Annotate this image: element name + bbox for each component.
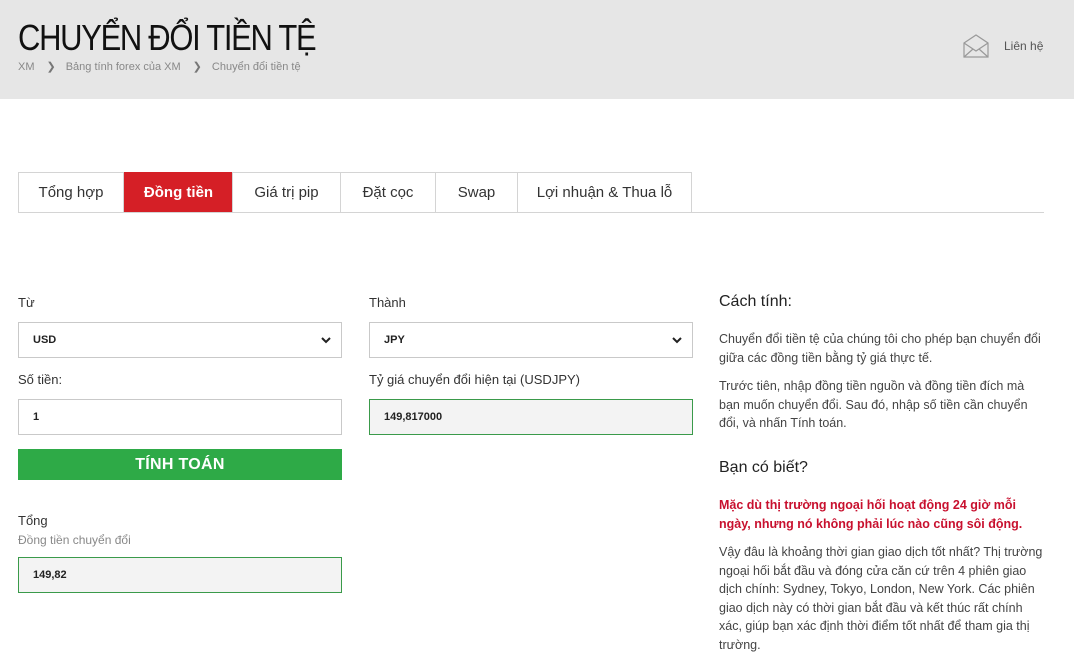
from-currency-select[interactable]: USD <box>18 322 342 358</box>
total-sublabel: Đồng tiền chuyển đổi <box>18 533 131 547</box>
how-paragraph-1: Chuyển đổi tiền tệ của chúng tôi cho phé… <box>719 332 1041 365</box>
breadcrumb: XM ❯ Bảng tính forex của XM ❯ Chuyển đổi… <box>18 60 301 74</box>
to-currency-select[interactable]: JPY <box>369 322 693 358</box>
contact-link[interactable]: Liên hệ <box>962 34 1043 58</box>
breadcrumb-item-calculators[interactable]: Bảng tính forex của XM <box>66 61 181 73</box>
tab-overview[interactable]: Tổng hợp <box>18 172 124 212</box>
chevron-down-icon <box>671 334 683 349</box>
did-you-know-title: Bạn có biết? <box>719 459 808 476</box>
to-currency-value: JPY <box>384 334 405 346</box>
rate-output: 149,817000 <box>369 399 693 435</box>
calculate-button[interactable]: TÍNH TOÁN <box>18 449 342 480</box>
tab-margin[interactable]: Đặt cọc <box>340 172 436 212</box>
amount-label: Số tiền: <box>18 372 63 387</box>
total-label: Tổng <box>18 513 48 528</box>
chevron-down-icon <box>320 334 332 349</box>
page-title: CHUYỂN ĐỔI TIỀN TỆ <box>18 17 317 58</box>
tab-profit-loss[interactable]: Lợi nhuận & Thua lỗ <box>517 172 692 212</box>
tab-currency[interactable]: Đồng tiền <box>124 172 233 212</box>
from-label: Từ <box>18 295 35 310</box>
tab-pip-value[interactable]: Giá trị pip <box>232 172 341 212</box>
to-label: Thành <box>369 295 406 310</box>
did-you-know-paragraph: Vậy đâu là khoảng thời gian giao dịch tố… <box>719 545 1043 652</box>
total-output: 149,82 <box>18 557 342 593</box>
amount-value: 1 <box>33 411 40 423</box>
how-paragraph-2: Trước tiên, nhập đồng tiền nguồn và đồng… <box>719 379 1028 430</box>
rate-value: 149,817000 <box>384 411 443 423</box>
amount-input[interactable]: 1 <box>18 399 342 435</box>
from-currency-value: USD <box>33 334 57 346</box>
breadcrumb-item-current: Chuyển đổi tiền tệ <box>211 60 301 73</box>
envelope-icon <box>962 34 990 58</box>
did-you-know-highlight: Mặc dù thị trường ngoại hối hoạt động 24… <box>719 498 1023 531</box>
rate-label: Tỷ giá chuyển đổi hiện tại (USDJPY) <box>369 372 580 387</box>
how-title: Cách tính: <box>719 293 792 310</box>
chevron-right-icon: ❯ <box>46 61 56 73</box>
total-value: 149,82 <box>33 569 67 581</box>
chevron-right-icon: ❯ <box>192 61 202 73</box>
contact-label: Liên hệ <box>1004 39 1044 53</box>
calculator-tabs: Tổng hợp Đồng tiền Giá trị pip Đặt cọc S… <box>18 172 1044 213</box>
breadcrumb-item-xm[interactable]: XM <box>18 61 35 73</box>
page-header: CHUYỂN ĐỔI TIỀN TỆ XM ❯ Bảng tính forex … <box>0 0 1074 99</box>
tab-swap[interactable]: Swap <box>435 172 518 212</box>
